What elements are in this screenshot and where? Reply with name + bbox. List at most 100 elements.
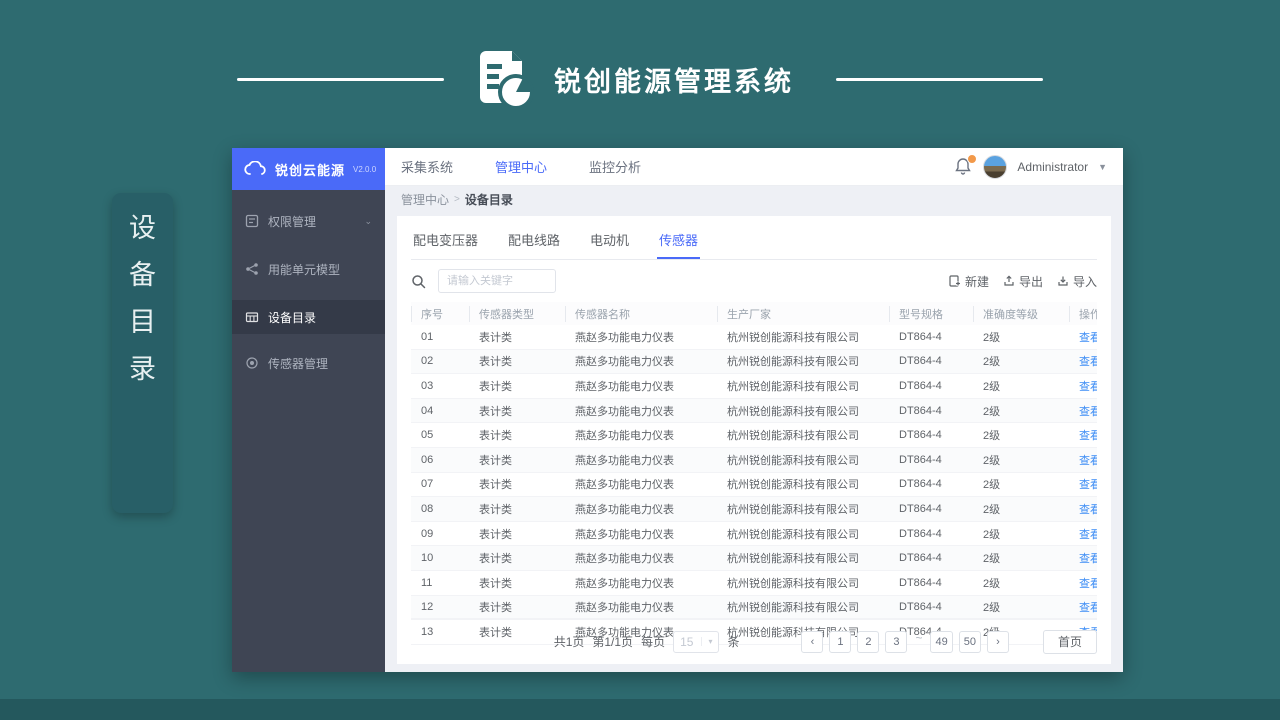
- cell-sensor-name: 燕赵多功能电力仪表: [575, 380, 674, 393]
- import-button[interactable]: 导入: [1057, 273, 1097, 290]
- cell-sensor-name: 燕赵多功能电力仪表: [575, 454, 674, 467]
- cell-sensor-name: 燕赵多功能电力仪表: [575, 503, 674, 516]
- cell-accuracy-grade: 2级: [983, 430, 1001, 443]
- table-header: 序号 传感器类型 传感器名称 生产厂家 型号规格 准确度等级 操作: [411, 302, 1097, 325]
- table-row: 03 表计类 燕赵多功能电力仪表 杭州锐创能源科技有限公司 DT864-4 2级 查看删除: [411, 374, 1097, 399]
- sidebar-item-device-directory[interactable]: 设备目录: [232, 300, 385, 334]
- tab-distribution-transformer[interactable]: 配电变压器: [411, 226, 480, 259]
- export-button-label: 导出: [1018, 274, 1043, 289]
- sidebar-item-energy-unit-model[interactable]: 用能单元模型: [232, 252, 385, 286]
- page-button-1[interactable]: 1: [829, 630, 852, 653]
- cell-no: 10: [421, 552, 434, 565]
- table-row: 11 表计类 燕赵多功能电力仪表 杭州锐创能源科技有限公司 DT864-4 2级 查看删除: [411, 571, 1097, 596]
- nav-item-monitoring-analysis[interactable]: 监控分析: [589, 157, 641, 176]
- cell-sensor-name: 燕赵多功能电力仪表: [575, 430, 674, 443]
- cell-manufacturer: 杭州锐创能源科技有限公司: [727, 331, 859, 344]
- cell-model: DT864-4: [899, 429, 942, 442]
- breadcrumb-separator: >: [454, 193, 460, 205]
- user-area: Administrator ▼: [955, 153, 1107, 179]
- toolbar-buttons: 新建 导出 导入: [949, 273, 1097, 290]
- cell-model: DT864-4: [899, 379, 942, 392]
- view-link[interactable]: 查看: [1079, 452, 1097, 468]
- cell-no: 07: [421, 478, 434, 491]
- view-link[interactable]: 查看: [1079, 329, 1097, 345]
- user-name: Administrator: [1017, 159, 1089, 174]
- cell-accuracy-grade: 2级: [983, 405, 1001, 418]
- sidebar-menu: 权限管理 ⌄ 用能单元模型 设备目录 传感器管理: [232, 190, 385, 380]
- search-input[interactable]: [438, 269, 556, 293]
- export-button[interactable]: 导出: [1003, 273, 1043, 290]
- view-link[interactable]: 查看: [1079, 403, 1097, 419]
- cloud-icon: [244, 161, 266, 175]
- cell-model: DT864-4: [899, 552, 942, 565]
- tab-distribution-line[interactable]: 配电线路: [506, 226, 562, 259]
- view-link[interactable]: 查看: [1079, 378, 1097, 394]
- new-button-label: 新建: [964, 274, 989, 289]
- cell-sensor-type: 表计类: [479, 602, 512, 615]
- cell-accuracy-grade: 2级: [983, 479, 1001, 492]
- bottom-band: [0, 699, 1280, 720]
- nav-item-management-center[interactable]: 管理中心: [495, 157, 547, 176]
- cell-manufacturer: 杭州锐创能源科技有限公司: [727, 356, 859, 369]
- new-button[interactable]: 新建: [949, 273, 989, 290]
- table-row: 06 表计类 燕赵多功能电力仪表 杭州锐创能源科技有限公司 DT864-4 2级 查看删除: [411, 447, 1097, 473]
- page-header: 锐创能源管理系统: [0, 48, 1280, 110]
- view-link[interactable]: 查看: [1079, 427, 1097, 443]
- cell-sensor-name: 燕赵多功能电力仪表: [575, 356, 674, 369]
- view-link[interactable]: 查看: [1079, 526, 1097, 542]
- sidebar: 锐创云能源 V2.0.0 权限管理 ⌄ 用能单元模型 设备目录 传感器管理: [232, 148, 385, 672]
- sidebar-logo-version: V2.0.0: [353, 164, 377, 174]
- page-button-2[interactable]: 2: [857, 630, 880, 653]
- cell-actions: 查看删除: [1069, 599, 1097, 615]
- cell-sensor-type: 表计类: [479, 479, 512, 492]
- tab-motor[interactable]: 电动机: [588, 226, 631, 259]
- app-logo-icon: [476, 49, 534, 110]
- page-button-49[interactable]: 49: [930, 630, 953, 653]
- view-link[interactable]: 查看: [1079, 476, 1097, 492]
- new-file-icon: [949, 275, 960, 287]
- home-page-button[interactable]: 首页: [1042, 629, 1097, 654]
- cell-actions: 查看删除: [1069, 353, 1097, 369]
- nav-items: 采集系统 管理中心 监控分析: [401, 157, 641, 176]
- per-page-select[interactable]: 15 ▾: [673, 630, 720, 653]
- pagination: 共1页 第1/1页 每页 15 ▾ 条 ‹ 1 2 3 ~49 50 › 首页: [411, 618, 1097, 664]
- prev-page-button[interactable]: ‹: [801, 630, 824, 653]
- avatar[interactable]: [983, 154, 1008, 179]
- cell-sensor-name: 燕赵多功能电力仪表: [575, 479, 674, 492]
- cell-actions: 查看删除: [1069, 526, 1097, 542]
- view-link[interactable]: 查看: [1079, 599, 1097, 615]
- cell-sensor-type: 表计类: [479, 553, 512, 566]
- cell-actions: 查看删除: [1069, 427, 1097, 443]
- share-icon: [246, 263, 258, 275]
- view-link[interactable]: 查看: [1079, 353, 1097, 369]
- cell-sensor-type: 表计类: [479, 577, 512, 590]
- col-header-manufacturer: 生产厂家: [717, 305, 889, 322]
- user-menu-caret-icon[interactable]: ▼: [1098, 162, 1107, 172]
- cell-manufacturer: 杭州锐创能源科技有限公司: [727, 553, 859, 566]
- export-icon: [1004, 275, 1014, 286]
- notification-bell-icon[interactable]: [955, 153, 978, 177]
- page-button-50[interactable]: 50: [958, 630, 981, 653]
- table-row: 07 表计类 燕赵多功能电力仪表 杭州锐创能源科技有限公司 DT864-4 2级 查看删除: [411, 473, 1097, 498]
- view-link[interactable]: 查看: [1079, 501, 1097, 517]
- cell-no: 09: [421, 527, 434, 540]
- tab-sensor[interactable]: 传感器: [657, 226, 701, 259]
- view-link[interactable]: 查看: [1079, 575, 1097, 591]
- chevron-down-icon: ⌄: [364, 215, 372, 226]
- next-page-button[interactable]: ›: [986, 630, 1009, 653]
- import-button-label: 导入: [1072, 274, 1097, 289]
- cell-manufacturer: 杭州锐创能源科技有限公司: [727, 380, 859, 393]
- cell-sensor-type: 表计类: [479, 503, 512, 516]
- cell-no: 11: [421, 576, 433, 589]
- view-link[interactable]: 查看: [1079, 550, 1097, 566]
- sidebar-item-permissions[interactable]: 权限管理 ⌄: [232, 204, 385, 238]
- side-label-card: 设 备 目 录: [112, 193, 173, 513]
- breadcrumb-parent[interactable]: 管理中心: [401, 191, 449, 208]
- cell-model: DT864-4: [899, 478, 942, 491]
- cell-no: 12: [421, 601, 434, 614]
- table-row: 02 表计类 燕赵多功能电力仪表 杭州锐创能源科技有限公司 DT864-4 2级 查看删除: [411, 349, 1097, 375]
- page-button-3[interactable]: 3: [885, 630, 908, 653]
- sidebar-item-sensor-management[interactable]: 传感器管理: [232, 346, 385, 380]
- cell-sensor-type: 表计类: [479, 356, 512, 369]
- nav-item-collection-system[interactable]: 采集系统: [401, 157, 453, 176]
